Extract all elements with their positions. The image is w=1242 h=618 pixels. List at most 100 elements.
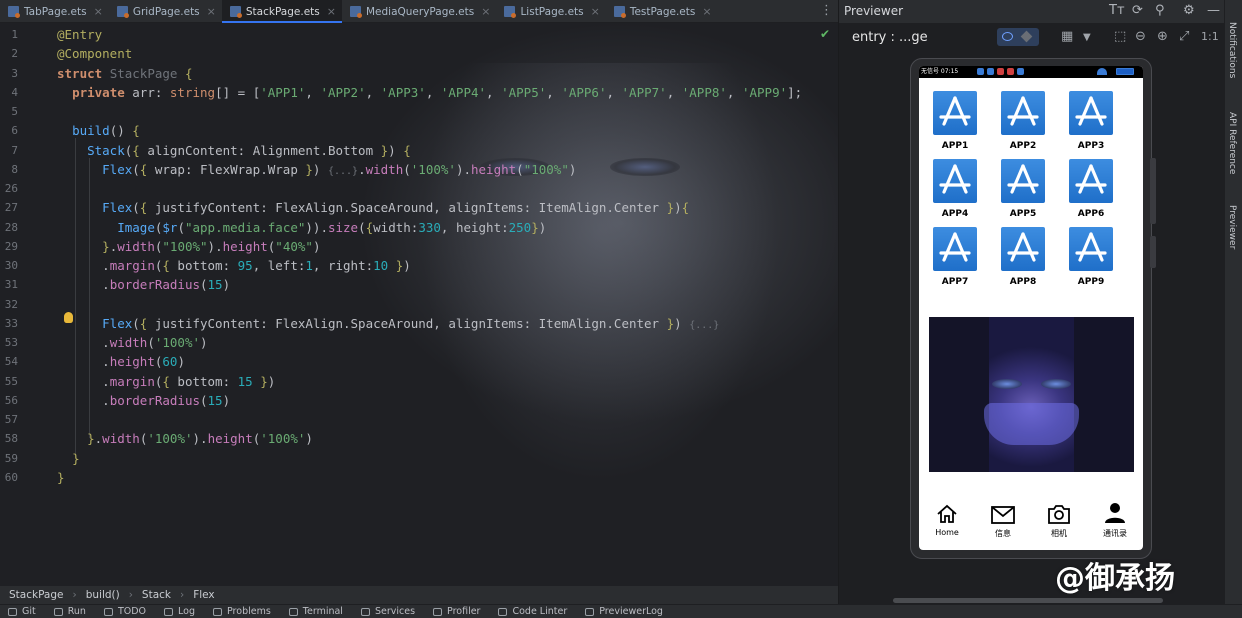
actual-size-button[interactable]: 1:1: [1201, 30, 1219, 43]
breadcrumb-item[interactable]: StackPage: [9, 589, 64, 601]
record-icon: [1007, 68, 1014, 75]
code-text: .margin({ bottom: 95, left:1, right:10 }…: [57, 258, 411, 273]
app-item[interactable]: APP2: [993, 91, 1053, 151]
line-number: 32: [4, 297, 18, 311]
close-icon[interactable]: ×: [94, 5, 103, 18]
right-strip-api-reference[interactable]: API Reference: [1227, 112, 1237, 174]
app-item[interactable]: APP1: [925, 91, 985, 151]
status-text: 无信号 07:15: [921, 68, 959, 75]
tool-window-services[interactable]: Services: [360, 606, 415, 617]
app-label: APP7: [941, 277, 969, 287]
font-size-icon[interactable]: Tт: [1109, 4, 1125, 18]
line-number: 7: [11, 143, 18, 157]
right-strip-notifications[interactable]: Notifications: [1227, 22, 1237, 78]
mail-icon: [975, 502, 1031, 524]
nav-item-camera[interactable]: 相机: [1031, 502, 1087, 539]
app-item[interactable]: APP5: [993, 159, 1053, 219]
close-icon[interactable]: ×: [207, 5, 216, 18]
tab-menu-button[interactable]: ⋮: [820, 4, 833, 17]
code-line: 7 Stack({ alignContent: Alignment.Bottom…: [0, 141, 838, 160]
gear-icon[interactable]: ⚙: [1183, 4, 1195, 18]
nav-label: 信息: [995, 529, 1011, 538]
minimize-icon[interactable]: —: [1207, 4, 1220, 18]
code-editor[interactable]: 1 @Entry 2 @Component 3 struct StackPage {4 p…: [0, 23, 838, 586]
breadcrumb-separator: ›: [128, 589, 133, 601]
tool-window-git[interactable]: Git: [8, 606, 36, 617]
pin-icon[interactable]: ⚲: [1155, 4, 1165, 18]
editor-tab[interactable]: StackPage.ets ×: [221, 0, 343, 23]
line-number: 8: [11, 162, 18, 176]
tool-window-label: Profiler: [447, 606, 481, 617]
app-item[interactable]: APP9: [1061, 227, 1121, 287]
entry-selector[interactable]: entry : ...ge: [852, 30, 928, 45]
home-icon: [919, 502, 975, 524]
tab-label: MediaQueryPage.ets: [365, 5, 475, 18]
code-line: 3 struct StackPage {: [0, 64, 838, 83]
tool-window-terminal[interactable]: Terminal: [288, 606, 343, 617]
previewer-title: Previewer: [844, 4, 904, 18]
ets-file-icon: [229, 6, 242, 18]
intention-bulb-icon[interactable]: [64, 312, 73, 323]
code-line: 28 Image($r("app.media.face")).size({wid…: [0, 218, 838, 237]
editor-tab[interactable]: ListPage.ets ×: [496, 0, 605, 23]
app-item[interactable]: APP8: [993, 227, 1053, 287]
zoom-in-icon[interactable]: ⊕: [1157, 29, 1168, 44]
editor-tab[interactable]: GridPage.ets ×: [109, 0, 222, 23]
device-screen[interactable]: 无信号 07:15 APP1 APP2 APP3 APP4 APP5 APP6 APP7 AP…: [919, 66, 1143, 550]
tool-window-problems[interactable]: Problems: [213, 606, 271, 617]
code-text: struct StackPage {: [57, 65, 193, 81]
todo-icon: [103, 607, 113, 616]
tab-label: StackPage.ets: [245, 5, 320, 18]
camera-icon: [1031, 502, 1087, 524]
app-item[interactable]: APP7: [925, 227, 985, 287]
app-item[interactable]: APP3: [1061, 91, 1121, 151]
line-number: 26: [4, 182, 18, 195]
close-icon[interactable]: ×: [327, 5, 336, 18]
inspector-toggle[interactable]: [997, 28, 1039, 46]
tool-window-code-linter[interactable]: Code Linter: [498, 606, 567, 617]
headset-icon: [1017, 68, 1024, 75]
code-line: 30 .margin({ bottom: 95, left:1, right:1…: [0, 256, 838, 275]
breadcrumb-separator: ›: [180, 589, 185, 601]
tab-label: ListPage.ets: [520, 5, 584, 18]
nav-item-home[interactable]: Home: [919, 502, 975, 537]
code-text: Flex({ justifyContent: FlexAlign.SpaceAr…: [102, 315, 720, 331]
code-line: 58 }.width('100%').height('100%'): [0, 429, 838, 448]
nav-item-mail[interactable]: 信息: [975, 502, 1031, 539]
breadcrumb-item[interactable]: build(): [86, 589, 120, 601]
editor-tab[interactable]: TabPage.ets ×: [0, 0, 109, 23]
tool-window-previewerlog[interactable]: PreviewerLog: [585, 606, 663, 617]
line-number: 6: [11, 124, 18, 138]
tool-window-log[interactable]: Log: [164, 606, 195, 617]
ets-file-icon: [613, 6, 626, 18]
app-label: APP2: [1009, 141, 1037, 151]
horizontal-scrollbar[interactable]: [893, 598, 1163, 603]
breadcrumb-item[interactable]: Flex: [193, 589, 214, 601]
chevron-down-icon[interactable]: ▼: [1083, 32, 1091, 43]
editor-tab-bar: TabPage.ets × GridPage.ets × StackPage.ets × M…: [0, 0, 838, 23]
app-item[interactable]: APP6: [1061, 159, 1121, 219]
editor-tab[interactable]: MediaQueryPage.ets ×: [342, 0, 496, 23]
editor-tab[interactable]: TestPage.ets ×: [606, 0, 718, 23]
nav-label: 相机: [1051, 529, 1067, 538]
close-icon[interactable]: ×: [481, 5, 490, 18]
tool-window-run[interactable]: Run: [53, 606, 86, 617]
grid-icon[interactable]: ▦: [1061, 29, 1073, 44]
frame-icon[interactable]: ⬚: [1114, 29, 1126, 44]
app-item[interactable]: APP4: [925, 159, 985, 219]
code-line: 32: [0, 295, 838, 314]
tool-window-profiler[interactable]: Profiler: [433, 606, 480, 617]
line-number: 57: [4, 413, 18, 426]
rotate-icon[interactable]: ⟳: [1132, 4, 1143, 18]
close-icon[interactable]: ×: [591, 5, 600, 18]
breadcrumb-item[interactable]: Stack: [142, 589, 171, 601]
nav-item-contacts[interactable]: 通讯录: [1087, 502, 1143, 539]
zoom-out-icon[interactable]: ⊖: [1135, 29, 1146, 44]
code-text: Flex({ justifyContent: FlexAlign.SpaceAr…: [102, 200, 690, 216]
tool-window-todo[interactable]: TODO: [103, 606, 146, 617]
close-icon[interactable]: ×: [702, 5, 711, 18]
code-line: 29 }.width("100%").height("40%"): [0, 237, 838, 256]
right-strip-previewer[interactable]: Previewer: [1227, 205, 1237, 249]
line-number: 59: [4, 451, 18, 465]
fit-screen-icon[interactable]: ⤢: [1179, 29, 1189, 44]
